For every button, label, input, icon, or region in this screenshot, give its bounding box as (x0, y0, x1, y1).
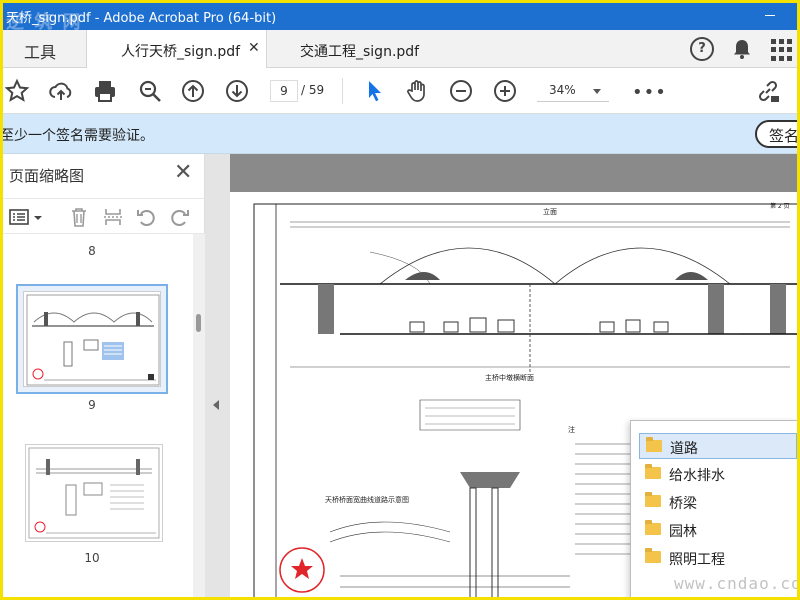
previous-page-icon[interactable] (180, 78, 206, 104)
folder-icon (645, 520, 661, 535)
share-link-icon[interactable] (755, 78, 781, 104)
zoom-level-select[interactable]: 34% (537, 80, 609, 102)
watermark-url: www.cndao.com (674, 574, 800, 593)
page-gap (230, 154, 800, 192)
zoom-search-icon[interactable] (137, 78, 163, 104)
tools-tab[interactable]: 工具 (0, 30, 86, 68)
help-icon[interactable]: ? (690, 37, 714, 61)
rotate-right-icon[interactable] (169, 206, 191, 228)
panel-close-icon[interactable]: ✕ (174, 160, 192, 185)
bookmark-star-icon[interactable] (4, 78, 30, 104)
thumbnail-page-9[interactable] (16, 284, 168, 394)
toolbar-divider (342, 78, 343, 104)
title-bar: 天桥_sign.pdf - Adobe Acrobat Pro (64-bit) (0, 0, 800, 30)
hand-tool-icon[interactable] (404, 78, 430, 104)
page-label-9: 9 (88, 398, 96, 412)
tab-close-icon[interactable]: ✕ (248, 40, 260, 56)
page-label-10: 10 (84, 551, 100, 565)
signature-panel-button[interactable]: 签名 (755, 120, 800, 148)
cloud-upload-icon[interactable] (48, 78, 74, 104)
tab-second-document[interactable]: 交通工程_sign.pdf (300, 30, 440, 68)
more-tools-icon[interactable]: ••• (632, 82, 667, 103)
tab-bar: 工具 人行天桥_sign.pdf ✕ 交通工程_sign.pdf ? (0, 30, 800, 69)
select-cursor-icon[interactable] (362, 78, 388, 104)
tab-active-document[interactable]: 人行天桥_sign.pdf ✕ (86, 30, 267, 69)
page-thumbnails-panel: 页面缩略图 ✕ 8 9 10 (0, 154, 205, 600)
tab-active-label: 人行天桥_sign.pdf (121, 44, 241, 60)
menu-item-roads[interactable]: 道路 (639, 433, 797, 459)
signature-notice-bar: 至少一个签名需要验证。 签名 (0, 114, 800, 154)
thumbnail-scrollbar[interactable] (193, 234, 205, 600)
notification-bell-icon[interactable] (730, 37, 754, 61)
drawing-sheet-number: 第 2 页 (770, 202, 790, 210)
thumbnail-options-icon[interactable] (8, 206, 30, 228)
panel-toolbar (0, 198, 205, 234)
menu-item-bridges[interactable]: 桥梁 (639, 489, 797, 515)
menu-item-lighting[interactable]: 照明工程 (639, 545, 797, 571)
thumbnail-page-10[interactable] (25, 444, 163, 542)
zoom-out-icon[interactable] (448, 78, 474, 104)
menu-item-water-drainage[interactable]: 给水排水 (639, 461, 797, 487)
drawing-section-title: 立面 (543, 207, 557, 216)
signature-notice-text: 至少一个签名需要验证。 (0, 128, 154, 144)
folder-icon (645, 464, 661, 479)
rotate-left-icon[interactable] (135, 206, 157, 228)
next-page-icon[interactable] (224, 78, 250, 104)
folder-context-menu: 道路 给水排水 桥梁 园林 照明工程 (630, 420, 800, 600)
drawing-elevation-caption: 主桥中墩横断面 (485, 373, 534, 382)
print-icon[interactable] (92, 78, 118, 104)
menu-item-landscaping[interactable]: 园林 (639, 517, 797, 543)
thumbnail-list[interactable]: 8 9 10 (0, 234, 193, 600)
options-dropdown-icon[interactable] (32, 206, 44, 228)
folder-icon (645, 492, 661, 507)
extract-page-icon[interactable] (102, 206, 124, 228)
page-label-8: 8 (88, 244, 96, 258)
main-toolbar: 9 / 59 34% ••• (0, 68, 800, 114)
zoom-in-icon[interactable] (492, 78, 518, 104)
folder-icon (646, 437, 662, 452)
watermark-top: 逆 筑 网 (6, 12, 83, 33)
delete-page-icon[interactable] (68, 206, 90, 228)
folder-icon (645, 548, 661, 563)
drawing-notes-heading: 注 (568, 425, 575, 434)
collapse-panel-icon[interactable] (213, 400, 219, 410)
drawing-plan-caption: 天桥桥面宽曲线道路示意图 (325, 495, 409, 504)
page-number-input[interactable]: 9 (270, 80, 298, 102)
panel-title: 页面缩略图 (9, 167, 85, 185)
minimize-button[interactable] (760, 4, 780, 24)
scrollbar-thumb[interactable] (196, 314, 201, 332)
apps-grid-icon[interactable] (771, 37, 795, 61)
page-total: / 59 (301, 83, 325, 97)
